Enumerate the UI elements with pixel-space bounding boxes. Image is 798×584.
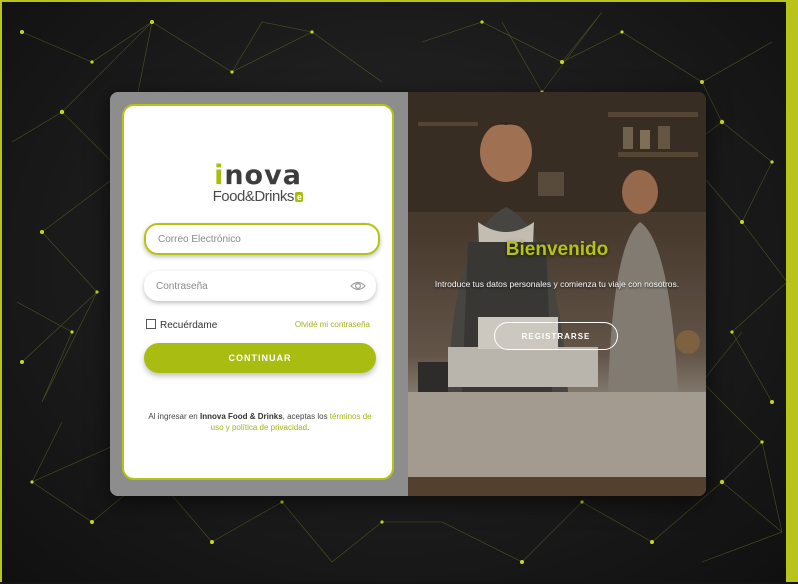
login-panel: inova Food&Drinkse Recuérdame Olvidé m	[110, 92, 408, 496]
login-card: inova Food&Drinkse Recuérdame Olvidé m	[110, 92, 706, 496]
welcome-title: Bienvenido	[505, 239, 609, 260]
login-form: inova Food&Drinkse Recuérdame Olvidé m	[122, 104, 394, 480]
brand-logo: inova Food&Drinks e	[124, 162, 392, 205]
email-field[interactable]	[144, 223, 380, 255]
password-field[interactable]	[144, 271, 376, 301]
continue-button[interactable]: CONTINUAR	[144, 343, 376, 373]
remember-label: Recuérdame	[160, 320, 218, 331]
terms-brand: Innova Food & Drinks	[199, 412, 283, 421]
email-input[interactable]	[158, 225, 348, 253]
eye-icon[interactable]	[350, 279, 366, 293]
password-input[interactable]	[156, 271, 346, 301]
terms-text: Al ingresar en Innova Food & Drinks, ace…	[148, 412, 372, 432]
logo-initial: i	[214, 160, 225, 191]
logo-badge: e	[294, 192, 304, 202]
welcome-text: Introduce tus datos personales y comienz…	[434, 279, 680, 289]
welcome-panel: Bienvenido Introduce tus datos personale…	[408, 92, 706, 496]
remember-me[interactable]: Recuérdame	[146, 319, 217, 331]
forgot-password-link[interactable]: Olvidé mi contraseña	[295, 320, 370, 329]
logo-name: nova	[224, 160, 302, 191]
remember-checkbox[interactable]	[146, 319, 156, 329]
register-button[interactable]: REGISTRARSE	[494, 322, 618, 350]
